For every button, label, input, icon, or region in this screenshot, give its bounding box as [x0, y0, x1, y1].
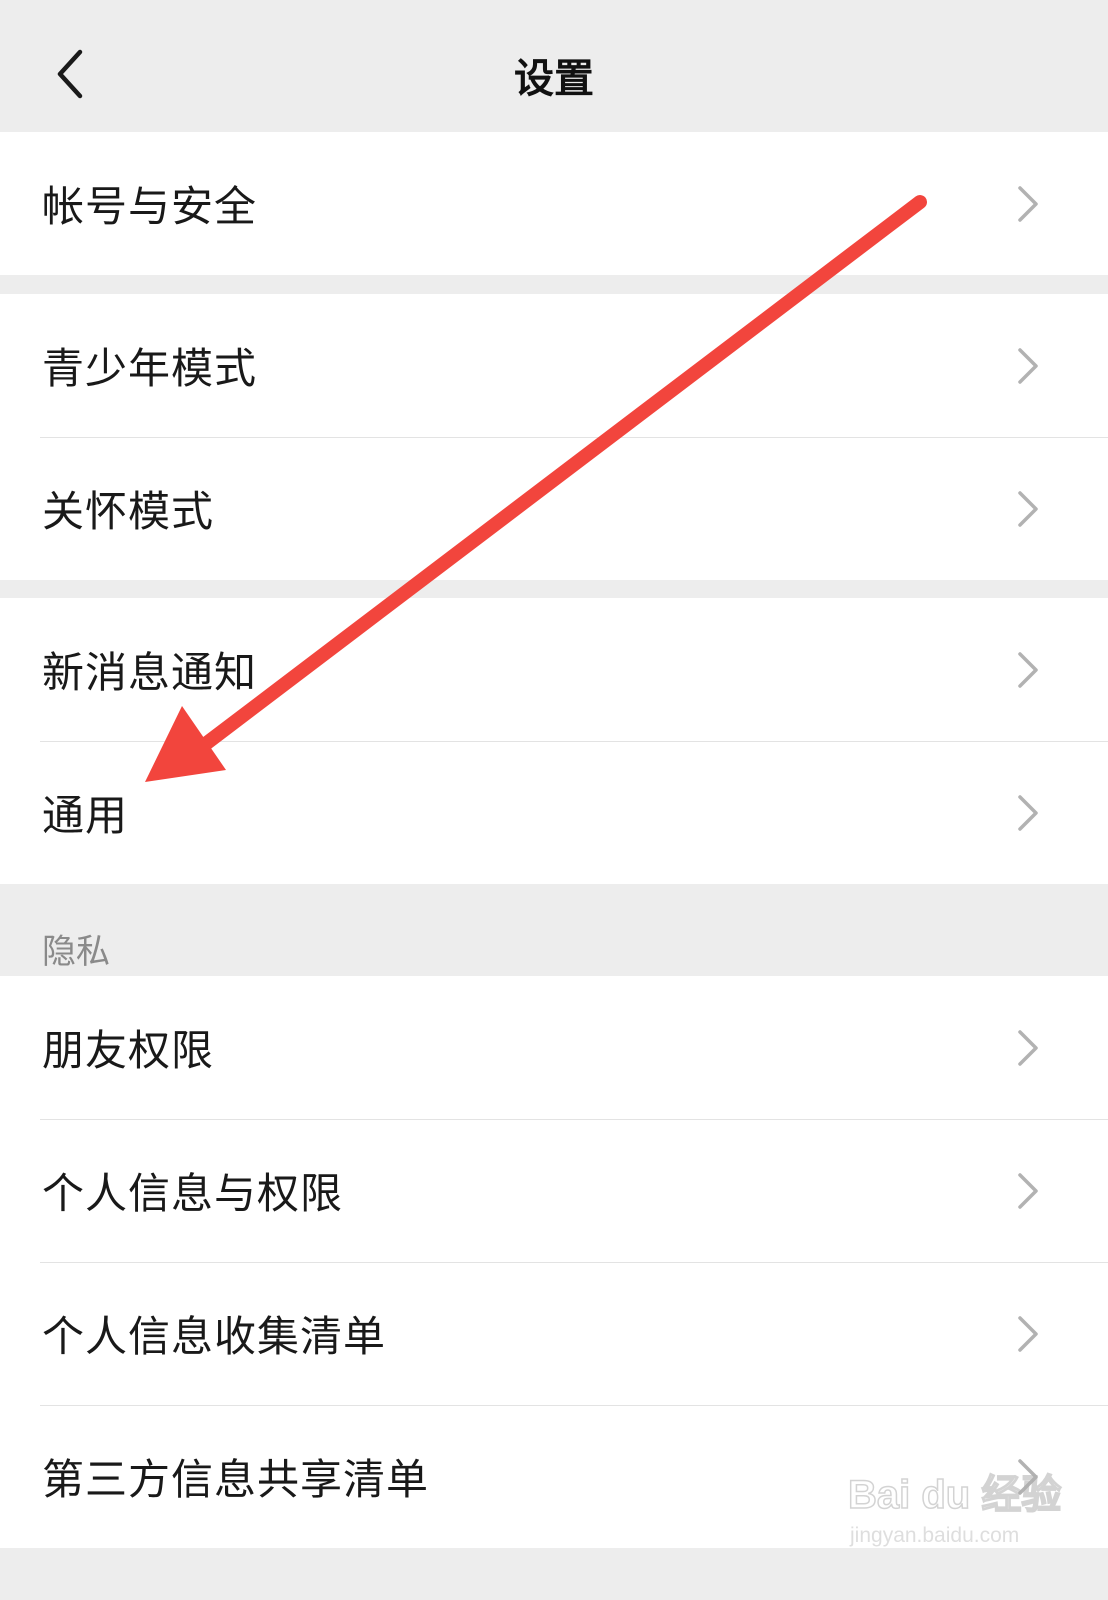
chevron-right-icon: [1018, 1029, 1038, 1066]
navbar: 设置: [0, 0, 1108, 132]
settings-item-care-mode[interactable]: 关怀模式: [0, 437, 1108, 580]
chevron-right-icon: [1018, 185, 1038, 222]
chevron-right-icon: [1018, 490, 1038, 527]
chevron-right-icon: [1018, 347, 1038, 384]
settings-item-personal-info-permissions[interactable]: 个人信息与权限: [0, 1119, 1108, 1262]
settings-item-friend-permissions[interactable]: 朋友权限: [0, 976, 1108, 1119]
watermark-main-text: Bai du 经验: [847, 1472, 1062, 1518]
settings-item-label: 关怀模式: [42, 487, 215, 536]
chevron-right-icon: [1018, 794, 1038, 831]
settings-item-general[interactable]: 通用: [0, 741, 1108, 884]
page-title: 设置: [514, 56, 594, 102]
baidu-jingyan-watermark: Bai du 经验 jingyan.baidu.com: [847, 1440, 1088, 1580]
chevron-right-icon: [1018, 651, 1038, 688]
settings-item-label: 通用: [42, 791, 129, 840]
settings-item-label: 个人信息与权限: [42, 1169, 344, 1218]
settings-item-label: 第三方信息共享清单: [42, 1455, 430, 1504]
settings-item-personal-info-collection-list[interactable]: 个人信息收集清单: [0, 1262, 1108, 1405]
group-account: 帐号与安全: [0, 132, 1108, 275]
group-notifications-general: 新消息通知 通用: [0, 598, 1108, 884]
settings-item-youth-mode[interactable]: 青少年模式: [0, 294, 1108, 437]
watermark-sub-text: jingyan.baidu.com: [850, 1524, 1020, 1547]
settings-item-label: 新消息通知: [42, 648, 258, 697]
settings-item-account-security[interactable]: 帐号与安全: [0, 132, 1108, 275]
settings-item-label: 青少年模式: [42, 344, 258, 393]
settings-item-label: 帐号与安全: [42, 182, 258, 231]
chevron-right-icon: [1018, 1315, 1038, 1352]
settings-item-label: 个人信息收集清单: [42, 1312, 387, 1361]
chevron-right-icon: [1018, 1172, 1038, 1209]
settings-item-new-message-notification[interactable]: 新消息通知: [0, 598, 1108, 741]
settings-item-label: 朋友权限: [42, 1026, 215, 1075]
settings-page: 设置 帐号与安全 青少年模式 关怀模式 新消息通知 通用 隐私 朋友权限 个人信…: [0, 0, 1108, 1600]
section-header-privacy: 隐私: [42, 932, 110, 972]
group-modes: 青少年模式 关怀模式: [0, 294, 1108, 580]
